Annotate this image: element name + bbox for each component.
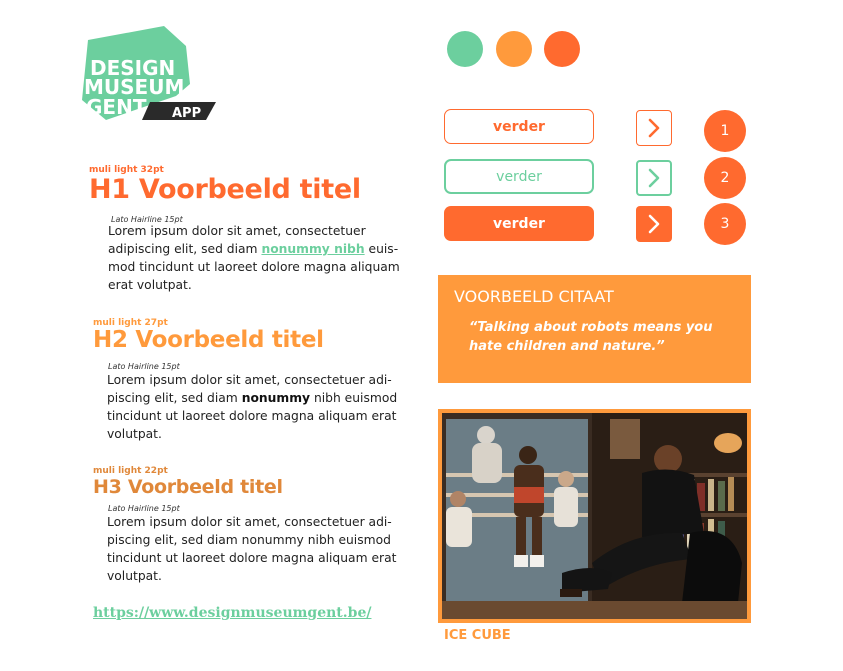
h2-body-font-spec: Lato Hairline 15pt [108, 362, 180, 371]
photo-caption: ICE CUBE [444, 628, 511, 643]
h3-body-font-spec: Lato Hairline 15pt [108, 504, 180, 513]
h2-title: H2 Voorbeeld titel [93, 327, 324, 353]
h2-body-text: Lorem ipsum dolor sit amet, consectetuer… [107, 371, 397, 443]
body-line: Lorem ipsum dolor sit amet, consectetuer [108, 224, 366, 238]
ice-cube-photo [442, 413, 747, 619]
quote-text: “Talking about robots means you hate chi… [469, 320, 713, 354]
h1-title: H1 Voorbeeld titel [89, 174, 361, 205]
body-line: tincidunt ut laoreet dolore magna aliqua… [107, 409, 397, 423]
body-line: Lorem ipsum dolor sit amet, consectetuer… [107, 373, 392, 387]
verder-button-filled-orange[interactable]: verder [444, 206, 594, 241]
logo-mark: DESIGN MUSEUM GENT APP [82, 26, 216, 121]
chevron-right-icon [648, 214, 660, 234]
step-2-badge[interactable]: 2 [704, 157, 746, 199]
body-line: volutpat. [107, 569, 162, 583]
color-swatch-green [447, 31, 483, 67]
chevron-right-icon [648, 118, 660, 138]
photo-frame [438, 409, 751, 623]
next-arrow-button-outline-green[interactable] [636, 160, 672, 196]
step-3-badge[interactable]: 3 [704, 203, 746, 245]
svg-text:APP: APP [172, 106, 201, 121]
svg-text:GENT: GENT [86, 95, 147, 119]
step-1-badge[interactable]: 1 [704, 110, 746, 152]
website-link[interactable]: https://www.designmuseumgent.be/ [93, 605, 371, 621]
bold-word: nonummy [241, 391, 311, 405]
body-line: erat volutpat. [108, 278, 192, 292]
body-line: mod tincidunt ut laoreet dolore magna al… [108, 260, 400, 274]
next-arrow-button-outline-orange[interactable] [636, 110, 672, 146]
body-line: adipiscing elit, sed diam nonummy nibh e… [108, 242, 399, 256]
color-swatch-orange [496, 31, 532, 67]
h3-body-text: Lorem ipsum dolor sit amet, consectetuer… [107, 513, 396, 585]
h3-title: H3 Voorbeeld titel [93, 476, 283, 498]
verder-button-outline-orange[interactable]: verder [444, 109, 594, 144]
inline-link[interactable]: nonummy nibh [261, 242, 364, 256]
body-line: piscing elit, sed diam nonummy nibh euis… [107, 533, 391, 547]
quote-box: VOORBEELD CITAAT “Talking about robots m… [438, 275, 751, 383]
h1-body-text: Lorem ipsum dolor sit amet, consectetuer… [108, 222, 400, 294]
chevron-right-icon [648, 168, 660, 188]
body-line: piscing elit, sed diam nonummy nibh euis… [107, 391, 398, 405]
design-museum-gent-logo: DESIGN MUSEUM GENT APP [80, 26, 220, 130]
next-arrow-button-filled-orange[interactable] [636, 206, 672, 242]
quote-title: VOORBEELD CITAAT [454, 287, 614, 306]
h3-font-spec: muli light 22pt [93, 466, 168, 476]
body-line: volutpat. [107, 427, 162, 441]
color-swatch-red-orange [544, 31, 580, 67]
verder-button-outline-green[interactable]: verder [444, 159, 594, 194]
body-line: Lorem ipsum dolor sit amet, consectetuer… [107, 515, 392, 529]
body-line: tincidunt ut laoreet dolore magna aliqua… [107, 551, 397, 565]
